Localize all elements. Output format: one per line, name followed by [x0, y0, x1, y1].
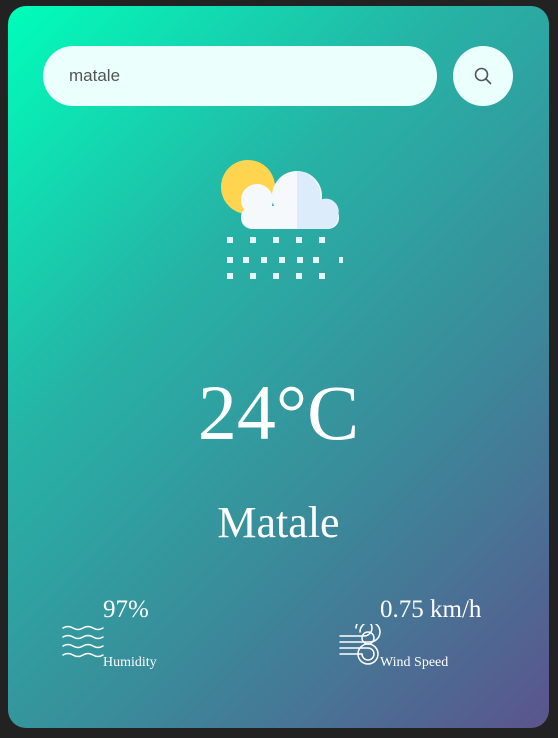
- humidity-waves-icon: [62, 625, 104, 658]
- weather-card: 24°C Matale 97% Humidity 0.75 km/h Wind …: [8, 6, 549, 728]
- temperature: 24°C: [197, 369, 360, 456]
- city-name: Matale: [217, 498, 340, 547]
- search-input[interactable]: [67, 65, 413, 87]
- wind-icon: [339, 624, 381, 665]
- wind-speed-value: 0.75 km/h: [380, 596, 482, 623]
- wind-speed-label: Wind Speed: [380, 655, 449, 670]
- search-bar[interactable]: [43, 46, 437, 106]
- search-icon: [474, 67, 492, 85]
- search-button[interactable]: [453, 46, 513, 106]
- humidity-label: Humidity: [103, 655, 157, 670]
- humidity-value: 97%: [103, 596, 149, 623]
- partly-cloudy-snow-icon: [221, 160, 343, 279]
